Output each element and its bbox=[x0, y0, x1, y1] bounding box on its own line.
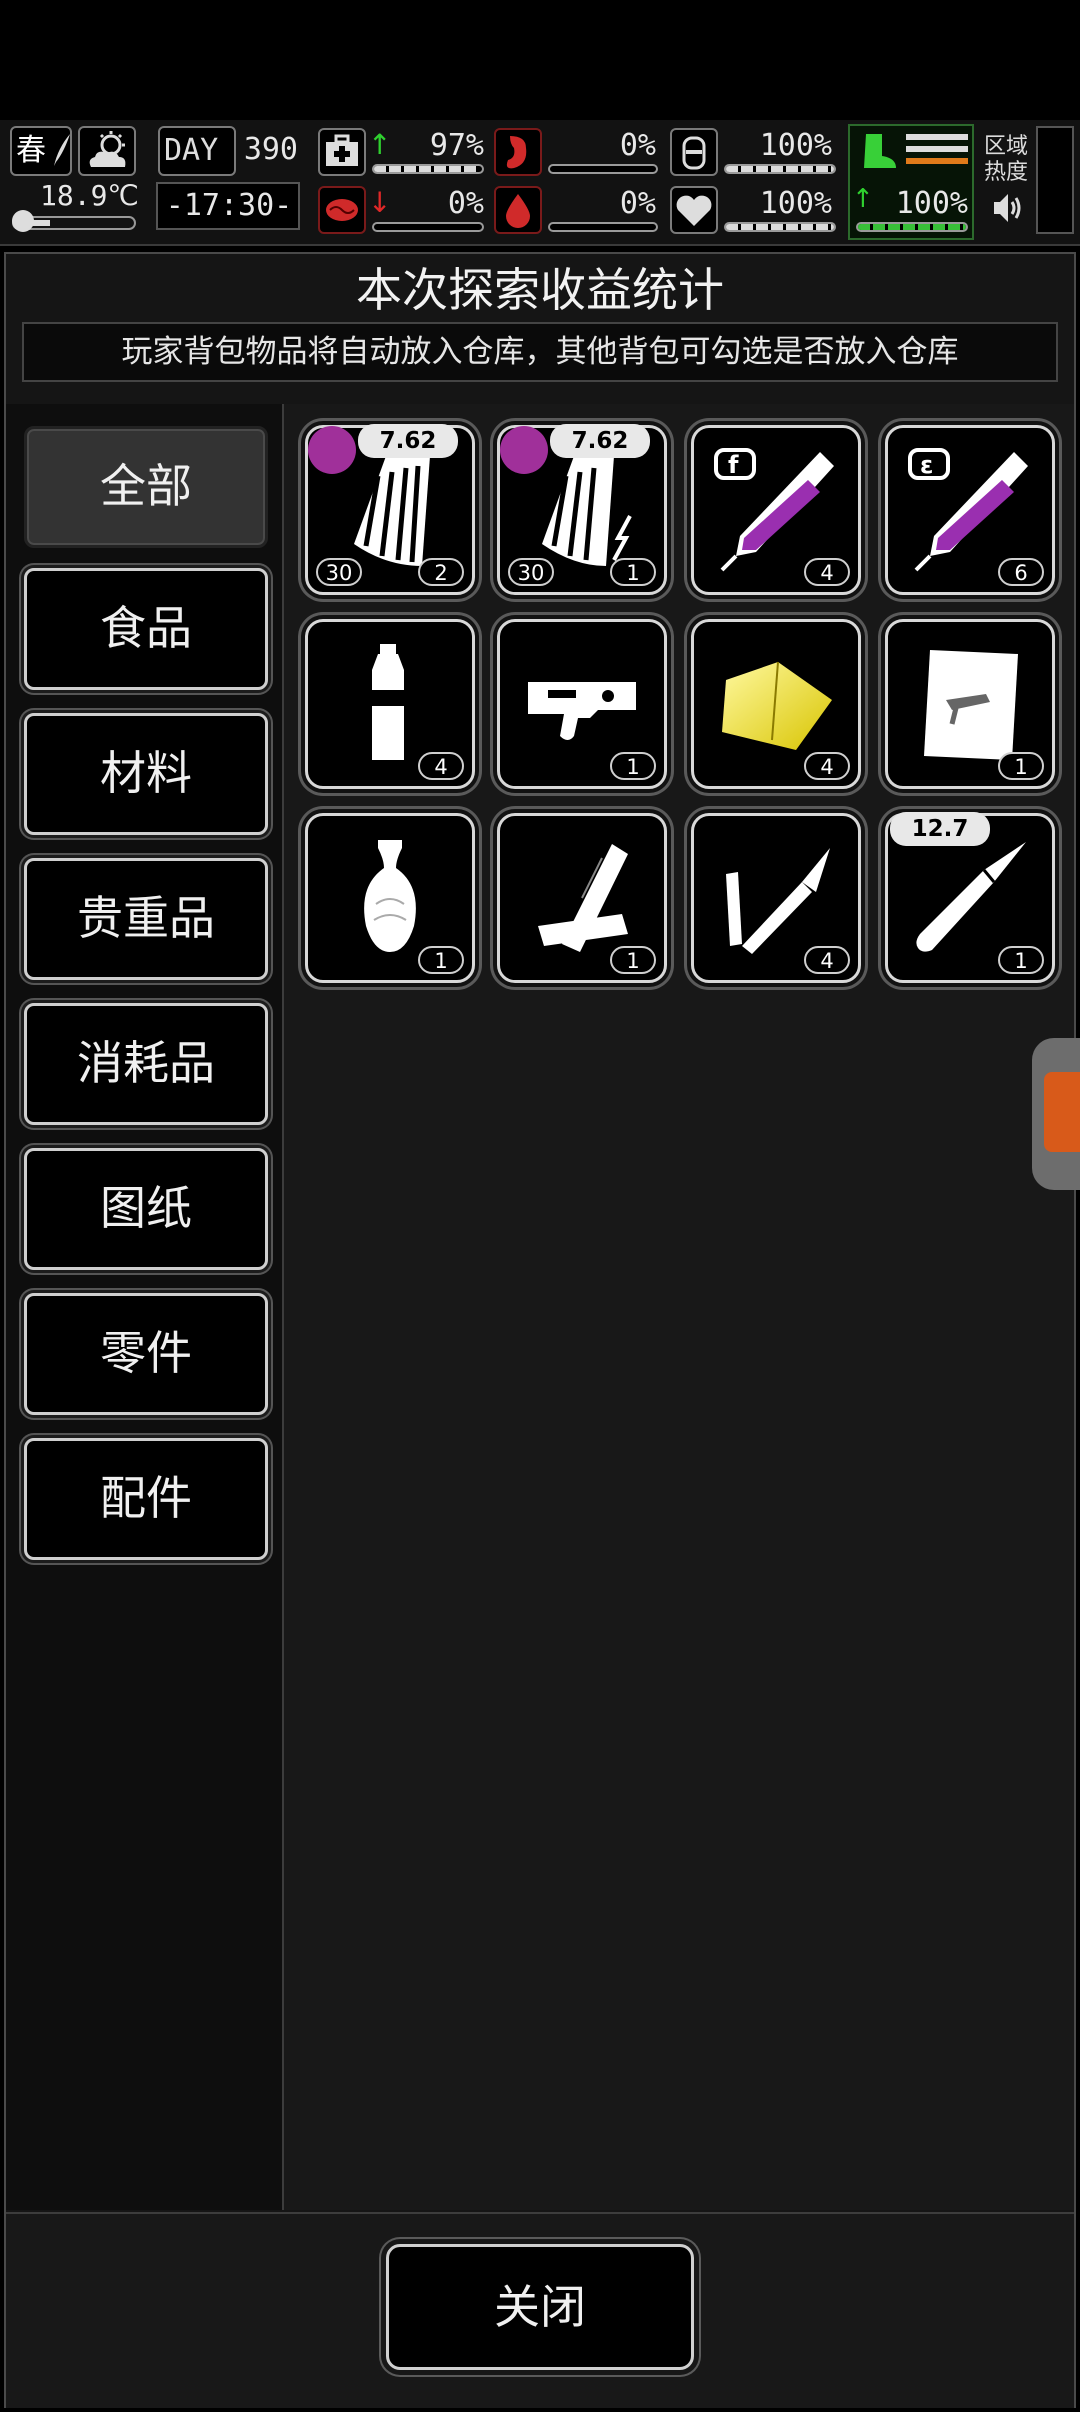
region-heat-label: 区域 热度 bbox=[984, 134, 1029, 185]
caliber-badge: 7.62 bbox=[550, 424, 650, 458]
season-badge: 春 bbox=[10, 126, 72, 176]
blueprint-paper-icon bbox=[924, 650, 1018, 760]
day-label: DAY bbox=[164, 133, 219, 168]
bullet-icon bbox=[916, 842, 1026, 952]
item-count: 4 bbox=[804, 946, 850, 974]
ammo-count: 30 bbox=[316, 558, 362, 586]
yellow-cloth-icon bbox=[722, 661, 832, 750]
item-count: 6 bbox=[998, 558, 1044, 586]
category-tab-consumables[interactable]: 消耗品 bbox=[24, 1003, 268, 1125]
category-tab-all[interactable]: 全部 bbox=[24, 426, 268, 548]
caliber-badge: 7.62 bbox=[358, 424, 458, 458]
item-slot[interactable]: 1 bbox=[497, 619, 667, 789]
item-slot[interactable]: 4 bbox=[691, 813, 861, 983]
svg-text:ε: ε bbox=[920, 451, 933, 479]
caliber-tag-icon bbox=[308, 426, 356, 474]
stomach-icon bbox=[494, 128, 542, 176]
temperature-gauge bbox=[12, 210, 136, 232]
heart-bar bbox=[724, 222, 836, 232]
category-tab-attachments[interactable]: 配件 bbox=[24, 1438, 268, 1560]
heart-value: 100% bbox=[759, 186, 832, 221]
blood-drop-icon bbox=[494, 186, 542, 234]
item-count: 4 bbox=[804, 752, 850, 780]
svg-text:f: f bbox=[728, 451, 739, 479]
caliber-tag-icon bbox=[500, 426, 548, 474]
boot-icon bbox=[864, 134, 896, 168]
weather-badge bbox=[78, 126, 136, 176]
item-slot[interactable]: 7.62 30 2 bbox=[305, 424, 475, 595]
stamina-stripes bbox=[906, 134, 968, 168]
category-tab-materials[interactable]: 材料 bbox=[24, 713, 268, 835]
canteen-icon bbox=[670, 128, 718, 176]
status-bar: 春 18.9℃ DAY 390 -17:30- ↑ 97% ↓ 0% 0% 0%… bbox=[0, 120, 1080, 246]
item-slot[interactable]: 1 bbox=[885, 619, 1055, 789]
oxygen-value: 100% bbox=[759, 128, 832, 163]
porcelain-vase-icon bbox=[364, 840, 416, 952]
item-slot[interactable]: 1 bbox=[305, 813, 475, 983]
health-bar-fill bbox=[374, 166, 479, 172]
heart-bar-fill bbox=[726, 224, 834, 230]
panel-title: 本次探索收益统计 bbox=[356, 263, 724, 317]
item-count: 1 bbox=[998, 752, 1044, 780]
item-count: 1 bbox=[418, 946, 464, 974]
oxygen-bar bbox=[724, 164, 836, 174]
item-slot[interactable]: 4 bbox=[691, 619, 861, 789]
item-slot[interactable]: 12.7 1 bbox=[885, 812, 1055, 983]
season-label: 春 bbox=[16, 133, 46, 168]
heart-icon bbox=[670, 186, 718, 234]
mental-value: 0% bbox=[447, 186, 484, 221]
health-value: 97% bbox=[429, 128, 484, 163]
bleeding-value: 0% bbox=[619, 186, 656, 221]
glue-tube-icon bbox=[726, 848, 830, 954]
speaker-icon[interactable] bbox=[990, 190, 1024, 226]
panel-notice: 玩家背包物品将自动放入仓库，其他背包可勾选是否放入仓库 bbox=[22, 322, 1058, 382]
floating-side-tab[interactable] bbox=[1032, 1038, 1080, 1190]
item-slot[interactable]: f 4 bbox=[691, 425, 861, 595]
health-bar bbox=[372, 164, 484, 174]
time-value: -17:30- bbox=[165, 188, 293, 223]
hunger-bar bbox=[548, 164, 658, 174]
day-badge: DAY bbox=[158, 126, 236, 176]
item-count: 1 bbox=[610, 946, 656, 974]
category-sidebar: 全部 食品 材料 贵重品 消耗品 图纸 零件 配件 bbox=[6, 404, 284, 2210]
item-slot[interactable]: 7.62 30 1 bbox=[497, 424, 667, 595]
day-number: 390 bbox=[243, 132, 298, 167]
ammo-count: 30 bbox=[508, 558, 554, 586]
hunger-value: 0% bbox=[619, 128, 656, 163]
feather-icon bbox=[54, 134, 70, 166]
stamina-bar bbox=[856, 222, 968, 232]
item-count: 1 bbox=[610, 752, 656, 780]
close-button[interactable]: 关闭 bbox=[386, 2244, 694, 2370]
syringe-f-icon: f bbox=[714, 448, 834, 572]
item-slot[interactable]: 4 bbox=[305, 619, 475, 789]
category-tab-blueprints[interactable]: 图纸 bbox=[24, 1148, 268, 1270]
item-count: 2 bbox=[418, 558, 464, 586]
oxygen-bar-fill bbox=[726, 166, 834, 172]
item-count: 4 bbox=[418, 752, 464, 780]
mental-bar bbox=[372, 222, 484, 232]
gun-trigger-part-icon bbox=[528, 682, 636, 740]
stamina-panel: ↑ 100% bbox=[848, 124, 974, 240]
item-slot[interactable]: 1 bbox=[497, 813, 667, 983]
water-bottle-icon bbox=[372, 644, 404, 760]
stamina-bar-fill bbox=[858, 224, 966, 230]
category-tab-valuables[interactable]: 贵重品 bbox=[24, 858, 268, 980]
caliber-badge: 12.7 bbox=[890, 812, 990, 846]
category-tab-parts[interactable]: 零件 bbox=[24, 1293, 268, 1415]
partly-cloudy-icon bbox=[89, 131, 126, 167]
temperature-value: 18.9℃ bbox=[40, 179, 139, 212]
item-count: 1 bbox=[998, 946, 1044, 974]
brain-icon bbox=[318, 186, 366, 234]
bleeding-bar bbox=[548, 222, 658, 232]
item-count: 4 bbox=[804, 558, 850, 586]
time-display: -17:30- bbox=[156, 182, 300, 230]
item-count: 1 bbox=[610, 558, 656, 586]
stamina-value: 100% bbox=[895, 186, 968, 221]
medkit-icon bbox=[318, 128, 366, 176]
wood-planks-icon bbox=[538, 844, 628, 952]
item-slot[interactable]: ε 6 bbox=[885, 425, 1055, 595]
region-heat-meter bbox=[1036, 126, 1074, 234]
category-tab-food[interactable]: 食品 bbox=[24, 568, 268, 690]
syringe-e-icon: ε bbox=[908, 448, 1028, 572]
